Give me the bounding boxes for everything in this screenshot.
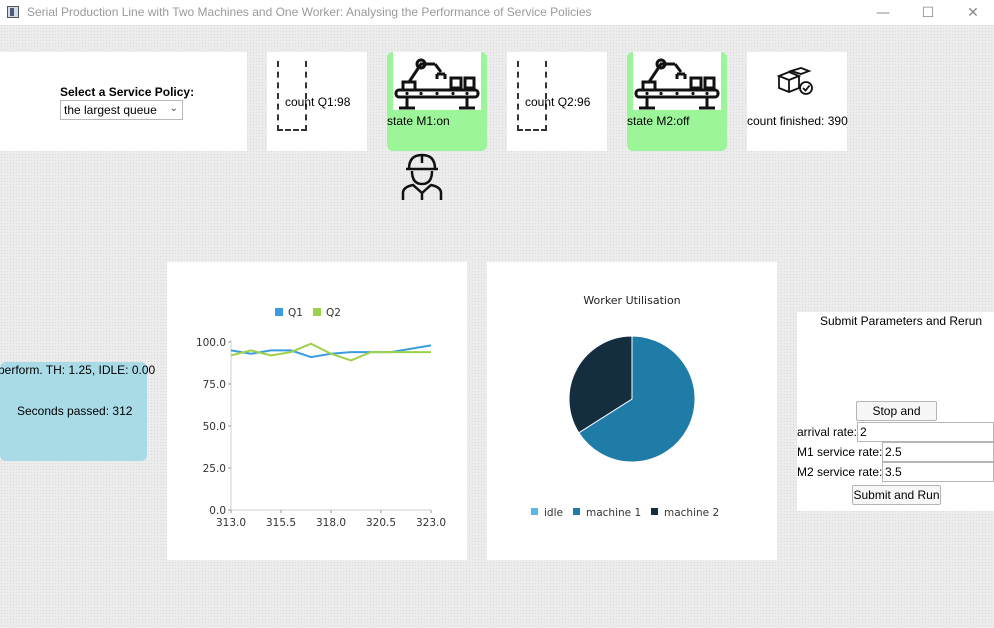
- x-tick-label: 323.0: [416, 517, 446, 529]
- parameters-title: Submit Parameters and Rerun: [820, 314, 983, 328]
- finished-panel: [747, 52, 847, 151]
- chart-legend: Q1 Q2: [275, 307, 341, 319]
- queue2-panel: count Q2:96: [507, 52, 607, 151]
- pie-legend-label-machine-2: machine 2: [664, 507, 719, 519]
- machine2-panel: state M2:off: [627, 52, 727, 151]
- machine1-state: state M1:on: [387, 114, 450, 128]
- y-tick-label: 100.0: [196, 337, 226, 349]
- title-bar: Serial Production Line with Two Machines…: [0, 0, 994, 26]
- pie-legend-swatch-machine-1: [573, 508, 580, 515]
- queue2-count: count Q2:96: [525, 95, 591, 109]
- policy-selected-value: the largest queue: [64, 103, 157, 117]
- legend-label-q1: Q1: [288, 307, 303, 319]
- y-tick-label: 25.0: [203, 463, 226, 475]
- queue1-panel: count Q1:98: [267, 52, 367, 151]
- conveyor-robot-arm-icon: [634, 58, 720, 110]
- chevron-down-icon: ⌄: [169, 103, 178, 114]
- pie-legend-swatch-machine-2: [651, 508, 658, 515]
- arrival-rate-input[interactable]: 2: [857, 422, 994, 442]
- y-tick-label: 75.0: [203, 379, 226, 391]
- machine1-panel: state M1:on: [387, 52, 487, 151]
- conveyor-robot-arm-icon: [394, 58, 480, 110]
- minimize-button[interactable]: —: [860, 0, 906, 26]
- policy-panel: Select a Service Policy: the largest que…: [0, 52, 247, 151]
- pie-chart-svg: Worker Utilisation idle machine 1 machine …: [531, 294, 719, 519]
- worker-utilisation-pie: Worker Utilisation idle machine 1 machine …: [487, 262, 777, 560]
- maximize-button[interactable]: ☐: [905, 0, 951, 26]
- queue-line-chart: Q1 Q2 0.0 25.0 50.0 75.0 100.0 313.0 315.5 318.0…: [167, 262, 467, 560]
- line-chart-svg: Q1 Q2 0.0 25.0 50.0 75.0 100.0 313.0 315.5 318.0…: [196, 307, 446, 529]
- policy-label: Select a Service Policy:: [60, 85, 195, 99]
- finished-count: count finished: 390: [747, 114, 848, 128]
- queue1-count: count Q1:98: [285, 95, 351, 109]
- app-icon: [7, 6, 19, 18]
- submit-and-run-button[interactable]: Submit and Run: [852, 485, 941, 505]
- m1-service-rate-input[interactable]: 2.5: [882, 442, 994, 462]
- x-tick-label: 313.0: [216, 517, 246, 529]
- m2-service-rate-label: M2 service rate:: [797, 465, 883, 479]
- close-button[interactable]: ✕: [950, 0, 994, 26]
- seconds-passed: Seconds passed: 312: [17, 404, 133, 418]
- window-title: Serial Production Line with Two Machines…: [27, 5, 592, 19]
- legend-swatch-q2: [313, 308, 321, 316]
- pie-title: Worker Utilisation: [583, 294, 680, 307]
- machine2-state: state M2:off: [627, 114, 690, 128]
- y-tick-label: 50.0: [203, 421, 226, 433]
- pie-legend-label-machine-1: machine 1: [586, 507, 641, 519]
- x-tick-label: 320.5: [366, 517, 396, 529]
- m1-service-rate-label: M1 service rate:: [797, 445, 883, 459]
- pie-legend-swatch-idle: [531, 508, 538, 515]
- x-tick-label: 318.0: [316, 517, 346, 529]
- pie-legend-label-idle: idle: [544, 507, 563, 519]
- x-tick-label: 315.5: [266, 517, 296, 529]
- m2-service-rate-input[interactable]: 3.5: [882, 462, 994, 482]
- series-line-q2: [230, 342, 431, 362]
- boxes-check-icon: [776, 67, 813, 95]
- arrival-rate-label: arrival rate:: [797, 425, 858, 439]
- policy-select[interactable]: the largest queue ⌄: [60, 100, 183, 120]
- performance-text: perform. TH: 1.25, IDLE: 0.00: [0, 363, 156, 377]
- stats-panel: perform. TH: 1.25, IDLE: 0.00 Seconds pa…: [0, 362, 155, 461]
- worker-icon: [401, 153, 443, 200]
- pie-legend: idle machine 1 machine 2: [531, 507, 719, 519]
- legend-swatch-q1: [275, 308, 283, 316]
- y-tick-label: 0.0: [209, 505, 226, 517]
- legend-label-q2: Q2: [326, 307, 341, 319]
- parameters-panel: Submit Parameters and Rerun Stop and Cle…: [797, 312, 994, 511]
- stop-and-clear-button[interactable]: Stop and Clear: [856, 401, 937, 436]
